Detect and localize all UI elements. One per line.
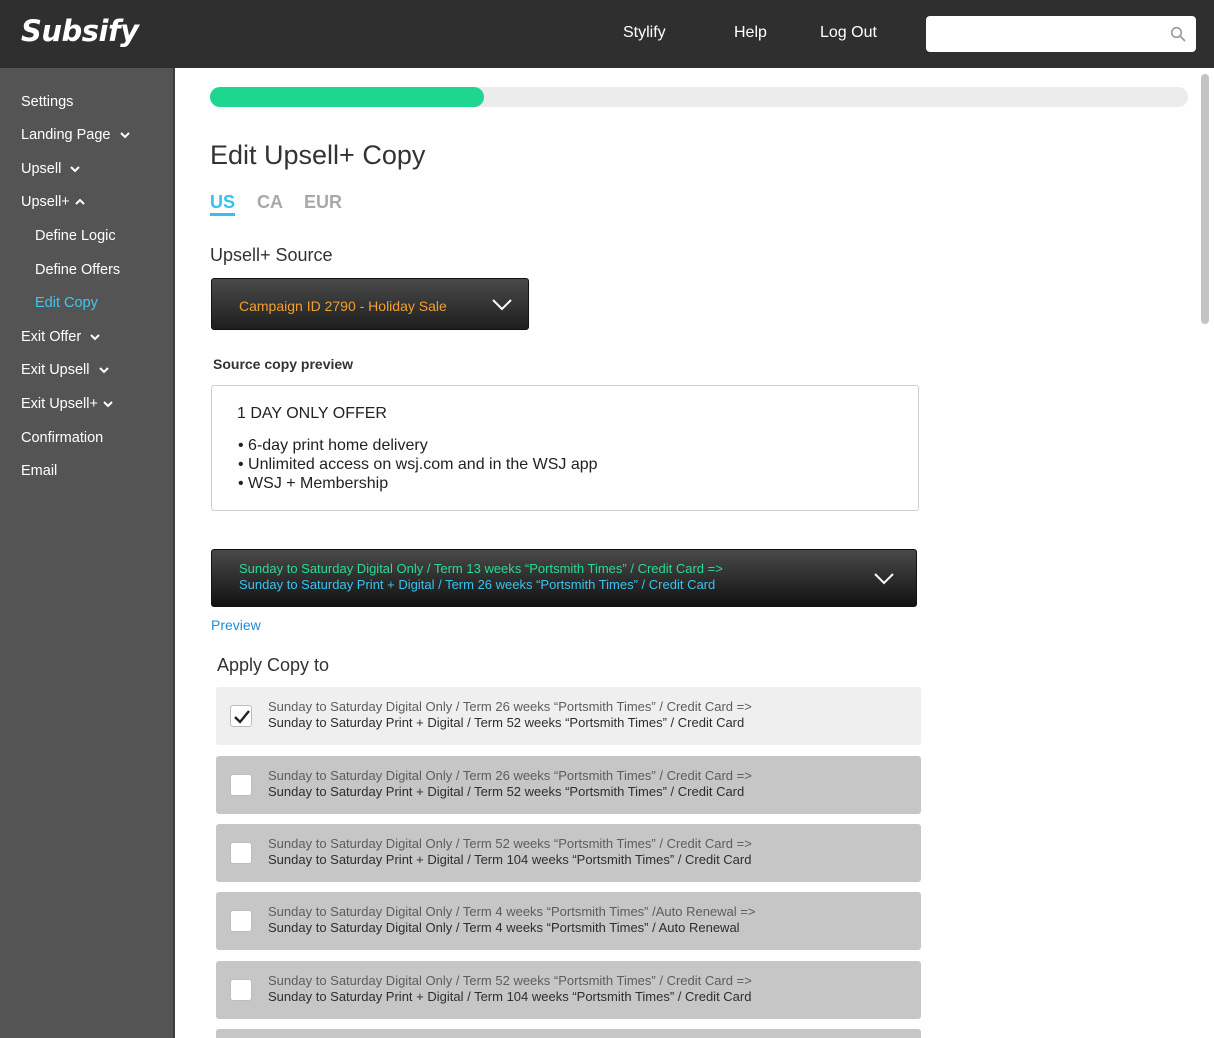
sidebar-item-email[interactable]: Email [21,463,57,479]
checkbox[interactable] [230,774,252,796]
page-title: Edit Upsell+ Copy [210,140,426,170]
sidebar-item-label: Define Logic [35,228,116,244]
sidebar-item-label: Confirmation [21,430,104,446]
sidebar-item-edit-copy[interactable]: Edit Copy [35,295,98,311]
sidebar-item-label: Exit Upsell+ [21,396,98,412]
app-logo[interactable]: Subsify [21,14,139,48]
source-copy-preview-label: Source copy preview [213,356,354,372]
apply-row[interactable]: Sunday to Saturday Digital Only / Term 2… [216,687,921,745]
preview-bullet: • WSJ + Membership [238,475,389,492]
search-input[interactable] [926,16,1196,52]
upsell-source-label: Upsell+ Source [210,245,333,265]
tab-us[interactable]: US [210,192,236,216]
row-to: Sunday to Saturday Print + Digital / Ter… [268,715,745,730]
sidebar-divider [173,68,175,1038]
sidebar-item-exit-upsell[interactable]: Exit Upsell [21,362,110,378]
sidebar-item-define-offers[interactable]: Define Offers [35,262,120,278]
preview-bullet: • 6-day print home delivery [238,437,428,454]
offer-path-select[interactable]: Sunday to Saturday Digital Only / Term 1… [211,549,917,607]
sidebar-item-define-logic[interactable]: Define Logic [35,228,116,244]
sidebar-item-label: Exit Offer [21,329,82,345]
nav-stylify[interactable]: Stylify [623,24,666,42]
checkbox[interactable] [230,979,252,1001]
row-to: Sunday to Saturday Print + Digital / Ter… [268,852,752,867]
sidebar-item-exit-offer[interactable]: Exit Offer [21,329,101,345]
tab-eur[interactable]: EUR [304,192,342,213]
row-to: Sunday to Saturday Print + Digital / Ter… [268,989,752,1004]
sidebar-item-settings[interactable]: Settings [21,94,73,110]
progress-fill [210,87,484,107]
chevron-down-icon [103,401,113,408]
checkbox[interactable] [230,842,252,864]
chevron-down-icon [70,166,81,173]
offer-path-to: Sunday to Saturday Print + Digital / Ter… [239,577,716,592]
sidebar-item-label: Upsell+ [21,194,70,210]
row-to: Sunday to Saturday Print + Digital / Ter… [268,784,745,799]
chevron-up-icon [75,198,85,205]
checkmark-icon [234,710,250,724]
progress-bar [210,87,1188,107]
source-copy-preview: 1 DAY ONLY OFFER • 6-day print home deli… [211,385,919,511]
chevron-down-icon [98,367,109,374]
scrollbar[interactable] [1201,74,1209,324]
sidebar-item-label: Edit Copy [35,295,98,311]
sidebar-item-upsell-plus[interactable]: Upsell+ [21,194,86,210]
chevron-down-icon [90,334,100,341]
row-from: Sunday to Saturday Digital Only / Term 5… [268,973,752,988]
sidebar [0,68,175,1038]
nav-log-out[interactable]: Log Out [820,24,877,42]
checkbox-checked[interactable] [230,705,252,727]
sidebar-item-label: Email [21,463,58,479]
tab-ca[interactable]: CA [257,192,283,213]
chevron-down-icon [874,573,894,585]
preview-bullet: • Unlimited access on wsj.com and in the… [238,456,598,473]
checkbox[interactable] [230,910,252,932]
top-bar: Subsify Stylify Help Log Out [0,0,1214,68]
source-select-value: Campaign ID 2790 - Holiday Sale [239,298,447,314]
preview-heading: 1 DAY ONLY OFFER [237,405,387,422]
sidebar-item-confirmation[interactable]: Confirmation [21,430,103,446]
apply-row[interactable]: Sunday to Saturday Digital Only / Term 5… [216,824,921,882]
apply-row-partial[interactable] [216,1029,921,1038]
row-to: Sunday to Saturday Digital Only / Term 4… [268,920,740,935]
sidebar-item-label: Landing Page [21,127,111,143]
offer-path-from: Sunday to Saturday Digital Only / Term 1… [239,561,723,576]
nav-help[interactable]: Help [734,24,767,42]
sidebar-item-label: Upsell [21,161,62,177]
chevron-down-icon [119,132,130,139]
sidebar-item-label: Exit Upsell [21,362,90,378]
apply-row[interactable]: Sunday to Saturday Digital Only / Term 4… [216,892,921,950]
apply-copy-label: Apply Copy to [217,655,330,675]
row-from: Sunday to Saturday Digital Only / Term 2… [268,768,752,783]
sidebar-item-exit-upsell-plus[interactable]: Exit Upsell+ [21,396,114,412]
sidebar-item-label: Settings [21,94,74,110]
upsell-source-select[interactable]: Campaign ID 2790 - Holiday Sale [211,278,529,330]
row-from: Sunday to Saturday Digital Only / Term 5… [268,836,752,851]
apply-row[interactable]: Sunday to Saturday Digital Only / Term 2… [216,756,921,814]
sidebar-item-label: Define Offers [35,262,121,278]
row-from: Sunday to Saturday Digital Only / Term 4… [268,904,756,919]
row-from: Sunday to Saturday Digital Only / Term 2… [268,699,752,714]
chevron-down-icon [492,299,512,311]
preview-link[interactable]: Preview [211,617,261,633]
apply-row[interactable]: Sunday to Saturday Digital Only / Term 5… [216,961,921,1019]
sidebar-item-upsell[interactable]: Upsell [21,161,81,177]
search-icon[interactable] [1170,26,1186,42]
sidebar-item-landing-page[interactable]: Landing Page [21,127,131,143]
